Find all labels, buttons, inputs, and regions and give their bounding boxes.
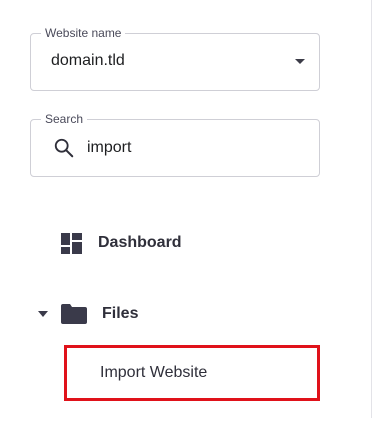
search-input[interactable]: import: [87, 138, 131, 158]
caret-down-icon[interactable]: [38, 311, 48, 317]
website-name-select[interactable]: Website name domain.tld: [30, 26, 320, 91]
sidebar-subitem-import-website[interactable]: Import Website: [64, 345, 320, 401]
dashboard-icon: [61, 232, 82, 254]
sidebar-item-dashboard[interactable]: Dashboard: [61, 231, 182, 255]
sidebar-item-files[interactable]: Files: [38, 302, 138, 326]
website-name-label: Website name: [41, 26, 126, 40]
sidebar-item-label: Dashboard: [98, 234, 182, 251]
search-icon: [54, 138, 74, 158]
website-name-value: domain.tld: [51, 52, 125, 69]
sidebar-item-label: Files: [102, 305, 139, 322]
sidebar-subitem-label: Import Website: [100, 364, 208, 381]
panel-divider: [371, 0, 372, 418]
search-label: Search: [41, 112, 88, 126]
folder-icon: [61, 304, 87, 324]
search-field[interactable]: Search import: [30, 112, 320, 177]
chevron-down-icon[interactable]: [295, 59, 305, 64]
